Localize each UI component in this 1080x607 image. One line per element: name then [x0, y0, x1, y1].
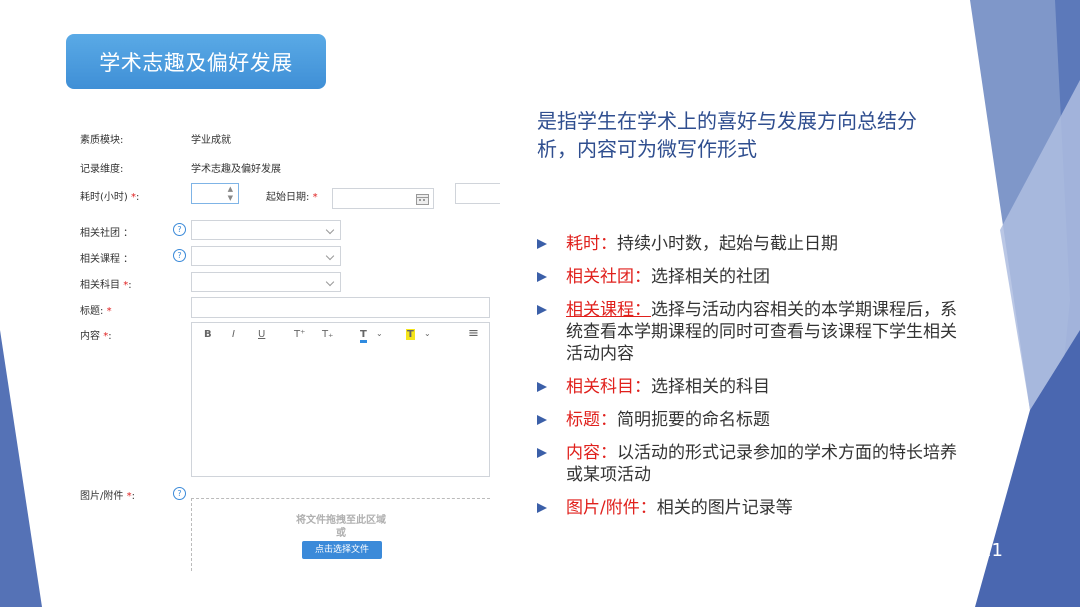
bullet-item: 相关社团：选择相关的社团 — [537, 266, 957, 288]
stepper-up-icon[interactable]: ▲ — [228, 185, 233, 193]
content-label: 内容 *: — [80, 331, 112, 342]
superscript-button[interactable]: T⁺ — [294, 329, 305, 340]
bullet-item: 耗时：持续小时数，起始与截止日期 — [537, 233, 957, 255]
drop-zone-or: 或 — [336, 528, 346, 539]
club-select[interactable] — [191, 220, 341, 240]
club-help-icon[interactable]: ? — [173, 223, 186, 236]
bullet-term: 内容 — [566, 443, 600, 463]
bullet-triangle-icon — [537, 239, 547, 249]
section-title: 学术志趣及偏好发展 — [66, 34, 326, 89]
bullet-term: 相关社团 — [566, 267, 634, 287]
choose-file-button[interactable]: 点击选择文件 — [302, 541, 382, 559]
font-color-button[interactable]: T — [360, 329, 367, 343]
record-form: 素质模块: 学业成就 记录维度: 学术志趣及偏好发展 耗时(小时) *: ▲ ▼… — [70, 110, 500, 571]
bullet-triangle-icon — [537, 503, 547, 513]
align-icon[interactable]: ≡ — [468, 326, 479, 341]
highlight-button[interactable]: T — [406, 329, 415, 340]
module-value: 学业成就 — [191, 135, 231, 146]
hours-label: 耗时(小时) *: — [80, 192, 140, 203]
course-select[interactable] — [191, 246, 341, 266]
bullet-triangle-icon — [537, 415, 547, 425]
content-editor[interactable]: B I U T⁺ T₊ T ⌄ T ⌄ ≡ — [191, 322, 490, 477]
file-drop-zone[interactable]: 将文件拖拽至此区域 或 点击选择文件 — [191, 498, 490, 571]
section-title-text: 学术志趣及偏好发展 — [99, 50, 293, 75]
bullet-term: 图片/附件 — [566, 498, 640, 518]
subject-label: 相关科目 *: — [80, 280, 132, 291]
field-explanations: 耗时：持续小时数，起始与截止日期 相关社团：选择相关的社团 相关课程：选择与活动… — [537, 233, 957, 530]
bullet-item: 相关课程：选择与活动内容相关的本学期课程后，系统查看本学期课程的同时可查看与该课… — [537, 299, 957, 365]
subscript-button[interactable]: T₊ — [322, 329, 333, 340]
bullet-text: 选择相关的科目 — [651, 377, 770, 397]
bullet-text: 持续小时数，起始与截止日期 — [617, 234, 838, 254]
title-label: 标题: * — [80, 306, 112, 317]
bullet-term: 标题 — [566, 410, 600, 430]
bullet-term: 相关课程 — [566, 300, 634, 320]
dimension-value: 学术志趣及偏好发展 — [191, 164, 281, 175]
hours-stepper[interactable]: ▲ ▼ — [191, 183, 239, 204]
bullet-triangle-icon — [537, 272, 547, 282]
attachment-label: 图片/附件 *: — [80, 491, 135, 502]
bullet-text: 相关的图片记录等 — [656, 498, 793, 518]
italic-button[interactable]: I — [232, 329, 235, 340]
font-color-dropdown-icon[interactable]: ⌄ — [376, 329, 383, 338]
bullet-item: 图片/附件：相关的图片记录等 — [537, 497, 957, 519]
bold-button[interactable]: B — [204, 329, 212, 340]
bullet-triangle-icon — [537, 305, 547, 315]
bullet-term: 相关科目 — [566, 377, 634, 397]
underline-button[interactable]: U — [258, 329, 265, 340]
club-label: 相关社团 ： — [80, 228, 134, 239]
course-help-icon[interactable]: ? — [173, 249, 186, 262]
bullet-text: 以活动的形式记录参加的学术方面的特长培养或某项活动 — [566, 443, 957, 485]
calendar-icon[interactable] — [416, 193, 429, 205]
end-date-input[interactable] — [455, 183, 500, 204]
start-date-input[interactable] — [332, 188, 434, 209]
bullet-text: 选择相关的社团 — [651, 267, 770, 287]
page-number: 11 — [980, 540, 1003, 561]
dimension-label: 记录维度: — [80, 164, 124, 175]
attachment-help-icon[interactable]: ? — [173, 487, 186, 500]
highlight-dropdown-icon[interactable]: ⌄ — [424, 329, 431, 338]
bullet-term: 耗时 — [566, 234, 600, 254]
bullet-text: 简明扼要的命名标题 — [617, 410, 770, 430]
bullet-item: 标题：简明扼要的命名标题 — [537, 409, 957, 431]
bullet-item: 内容：以活动的形式记录参加的学术方面的特长培养或某项活动 — [537, 442, 957, 486]
slide-description: 是指学生在学术上的喜好与发展方向总结分析，内容可为微写作形式 — [537, 109, 917, 161]
bullet-item: 相关科目：选择相关的科目 — [537, 376, 957, 398]
subject-select[interactable] — [191, 272, 341, 292]
start-date-label: 起始日期: * — [266, 192, 318, 203]
module-label: 素质模块: — [80, 135, 124, 146]
title-input[interactable] — [191, 297, 490, 318]
bullet-triangle-icon — [537, 382, 547, 392]
bullet-triangle-icon — [537, 448, 547, 458]
stepper-down-icon[interactable]: ▼ — [228, 194, 233, 202]
course-label: 相关课程 ： — [80, 254, 134, 265]
